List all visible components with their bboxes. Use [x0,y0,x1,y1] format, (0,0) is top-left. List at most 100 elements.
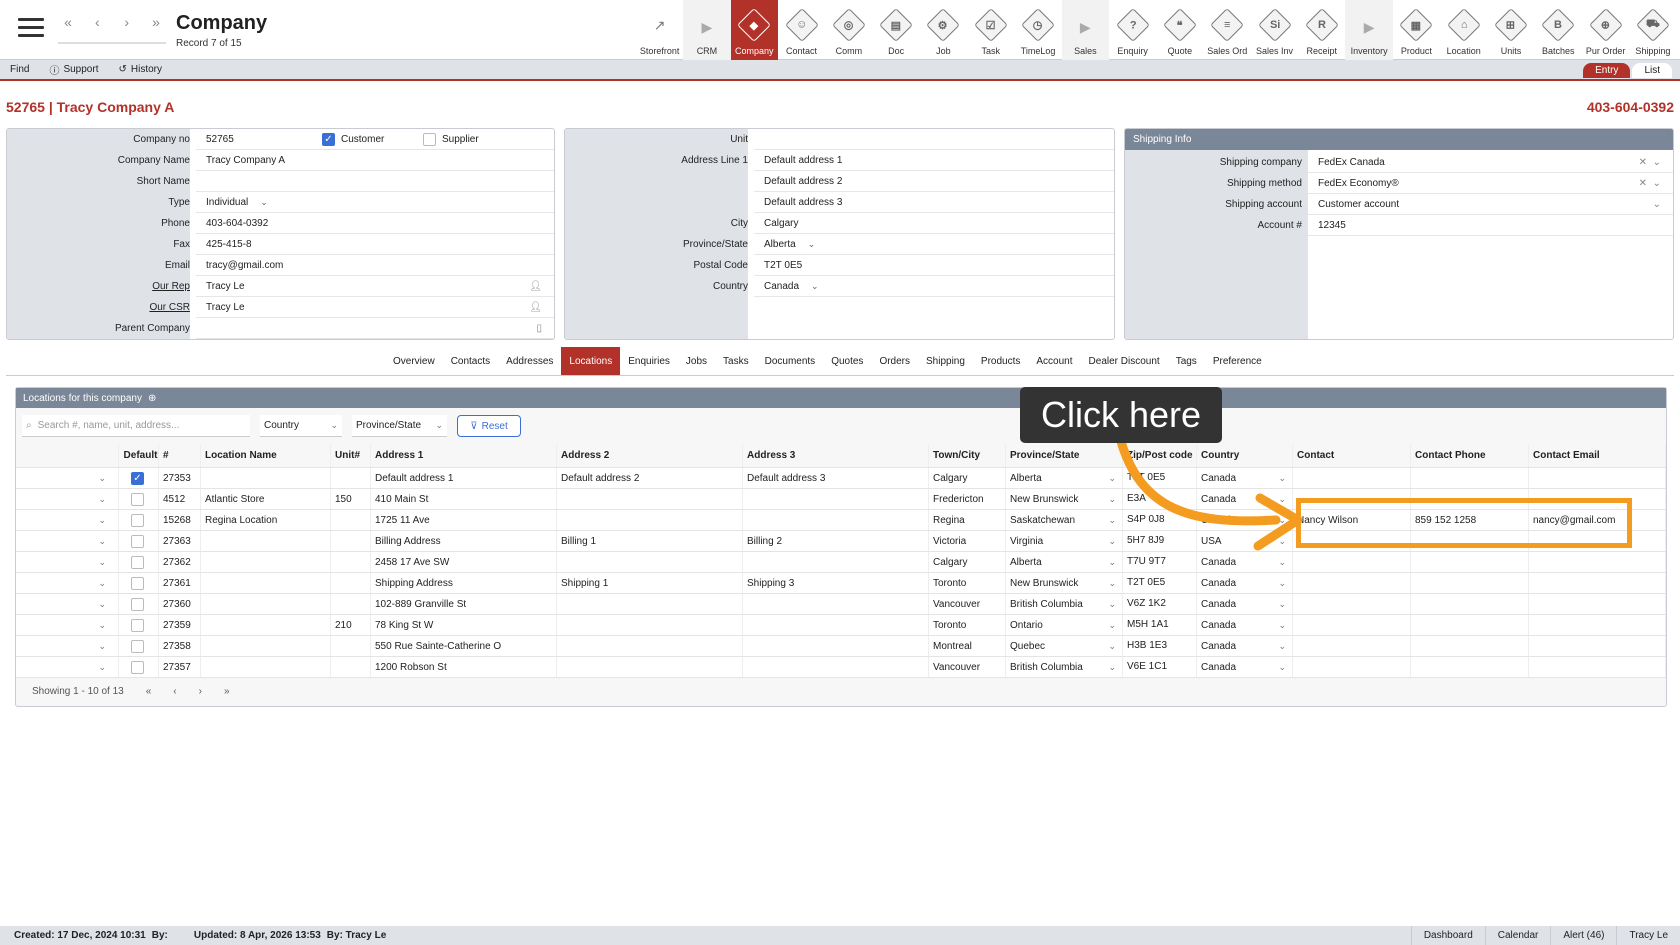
dashboard-link[interactable]: Dashboard [1410,926,1485,945]
expand-row-icon[interactable]: ⌄ [98,620,106,631]
module-job[interactable]: ⚙ Job [920,0,967,60]
email-field[interactable]: tracy@gmail.com [196,256,554,276]
table-row[interactable]: ⌄ 27358 550 Rue Sainte-Catherine O Montreal… [16,636,1666,657]
province-select[interactable]: Alberta ⌄ [754,235,1114,255]
prev-record-button[interactable]: ‹ [87,14,107,30]
chevron-down-icon[interactable]: ⌄ [1653,199,1661,210]
expand-row-icon[interactable]: ⌄ [98,599,106,610]
country-select[interactable]: Canada ⌄ [754,277,1114,297]
column-header[interactable]: Address 3 [743,444,929,467]
tab-tasks[interactable]: Tasks [715,347,757,375]
module-inventory[interactable]: ▶ Inventory [1345,0,1393,60]
country-cell-select[interactable]: Canada ⌄ [1197,615,1293,635]
table-row[interactable]: ⌄ 27361 Shipping Address Shipping 1 Shipping… [16,573,1666,594]
module-comm[interactable]: ◎ Comm [825,0,872,60]
customer-checkbox[interactable]: ✓ [322,132,335,146]
expand-row-icon[interactable]: ⌄ [98,578,106,589]
our-csr-link[interactable]: Our CSR [7,302,196,313]
building-icon[interactable]: ▯ [536,323,542,334]
city-field[interactable]: Calgary [754,214,1114,234]
default-checkbox[interactable] [131,597,144,611]
column-header[interactable]: Unit# [331,444,371,467]
support-button[interactable]: ⓘ Support [39,62,108,77]
table-row[interactable]: ⌄ 27359 210 78 King St W Toronto Ontario ⌄ M5H … [16,615,1666,636]
first-record-button[interactable]: « [58,14,78,30]
expand-row-icon[interactable]: ⌄ [98,536,106,547]
module-sales-ord[interactable]: ≡ Sales Ord [1204,0,1251,60]
column-header[interactable]: Default [119,444,159,467]
module-quote[interactable]: ❝ Quote [1156,0,1203,60]
expand-row-icon[interactable]: ⌄ [98,515,106,526]
province-cell-select[interactable]: New Brunswick ⌄ [1006,573,1123,593]
column-header[interactable]: Address 1 [371,444,557,467]
province-cell-select[interactable]: Quebec ⌄ [1006,636,1123,656]
tab-shipping[interactable]: Shipping [918,347,973,375]
tab-jobs[interactable]: Jobs [678,347,715,375]
our-rep-field[interactable]: Tracy Le 👤︎ [196,277,554,297]
expand-row-icon[interactable]: ⌄ [98,473,106,484]
module-doc[interactable]: ▤ Doc [872,0,919,60]
user-menu[interactable]: Tracy Le [1616,926,1680,945]
tab-locations[interactable]: Locations [561,347,621,375]
column-header[interactable]: Contact Phone [1411,444,1529,467]
module-product[interactable]: ▦ Product [1393,0,1440,60]
country-cell-select[interactable]: Canada ⌄ [1197,636,1293,656]
default-checkbox[interactable]: ✓ [131,471,144,485]
module-timelog[interactable]: ◷ TimeLog [1014,0,1061,60]
default-checkbox[interactable] [131,555,144,569]
chevron-down-icon[interactable]: ⌄ [1653,157,1661,168]
alerts-link[interactable]: Alert (46) [1550,926,1616,945]
next-page-button[interactable]: › [199,686,202,697]
tab-overview[interactable]: Overview [385,347,443,375]
shipping-method-select[interactable]: FedEx Economy® ✕ ⌄ [1308,174,1673,194]
default-checkbox[interactable] [131,639,144,653]
country-filter-select[interactable]: Country ⌄ [260,415,342,437]
next-record-button[interactable]: › [117,14,137,30]
country-cell-select[interactable]: Canada ⌄ [1197,594,1293,614]
add-location-icon[interactable]: ⊕ [148,393,156,404]
column-header[interactable]: Contact Email [1529,444,1666,467]
last-record-button[interactable]: » [146,14,166,30]
expand-row-icon[interactable]: ⌄ [98,662,106,673]
person-icon[interactable]: 👤︎ [529,281,542,292]
find-button[interactable]: Find [0,64,39,75]
default-checkbox[interactable] [131,618,144,632]
province-cell-select[interactable]: British Columbia ⌄ [1006,594,1123,614]
default-checkbox[interactable] [131,576,144,590]
province-cell-select[interactable]: Ontario ⌄ [1006,615,1123,635]
fax-field[interactable]: 425-415-8 [196,235,554,255]
province-filter-select[interactable]: Province/State ⌄ [352,415,447,437]
shipping-company-select[interactable]: FedEx Canada ✕ ⌄ [1308,153,1673,173]
history-button[interactable]: ↺ History [108,64,172,75]
tab-addresses[interactable]: Addresses [498,347,561,375]
default-checkbox[interactable] [131,513,144,527]
last-page-button[interactable]: » [224,686,230,697]
postal-field[interactable]: T2T 0E5 [754,256,1114,276]
location-search-input[interactable]: ⌕ Search #, name, unit, address... [22,415,250,437]
company-name-field[interactable]: Tracy Company A [196,151,554,171]
address-line3-field[interactable]: Default address 3 [754,193,1114,213]
column-header[interactable]: Town/City [929,444,1006,467]
clear-icon[interactable]: ✕ [1639,178,1647,189]
clear-icon[interactable]: ✕ [1639,157,1647,168]
column-header[interactable]: # [159,444,201,467]
company-no-field[interactable]: 52765 ✓ Customer Supplier [196,130,554,150]
default-checkbox[interactable] [131,492,144,506]
tab-quotes[interactable]: Quotes [823,347,871,375]
type-select[interactable]: Individual ⌄ [196,193,554,213]
person-icon[interactable]: 👤︎ [529,302,542,313]
account-no-field[interactable]: 12345 [1308,216,1673,236]
module-units[interactable]: ⊞ Units [1487,0,1534,60]
table-row[interactable]: ⌄ 27362 2458 17 Ave SW Calgary Alberta ⌄ T7U 9… [16,552,1666,573]
module-sales-inv[interactable]: Si Sales Inv [1251,0,1298,60]
table-row[interactable]: ⌄ 27357 1200 Robson St Vancouver British Col… [16,657,1666,678]
module-task[interactable]: ☑ Task [967,0,1014,60]
unit-field[interactable] [754,130,1114,150]
province-cell-select[interactable]: British Columbia ⌄ [1006,657,1123,677]
default-checkbox[interactable] [131,534,144,548]
module-pur-order[interactable]: ⊕ Pur Order [1582,0,1629,60]
tab-contacts[interactable]: Contacts [443,347,498,375]
country-cell-select[interactable]: Canada ⌄ [1197,573,1293,593]
module-contact[interactable]: ☺ Contact [778,0,825,60]
first-page-button[interactable]: « [146,686,152,697]
